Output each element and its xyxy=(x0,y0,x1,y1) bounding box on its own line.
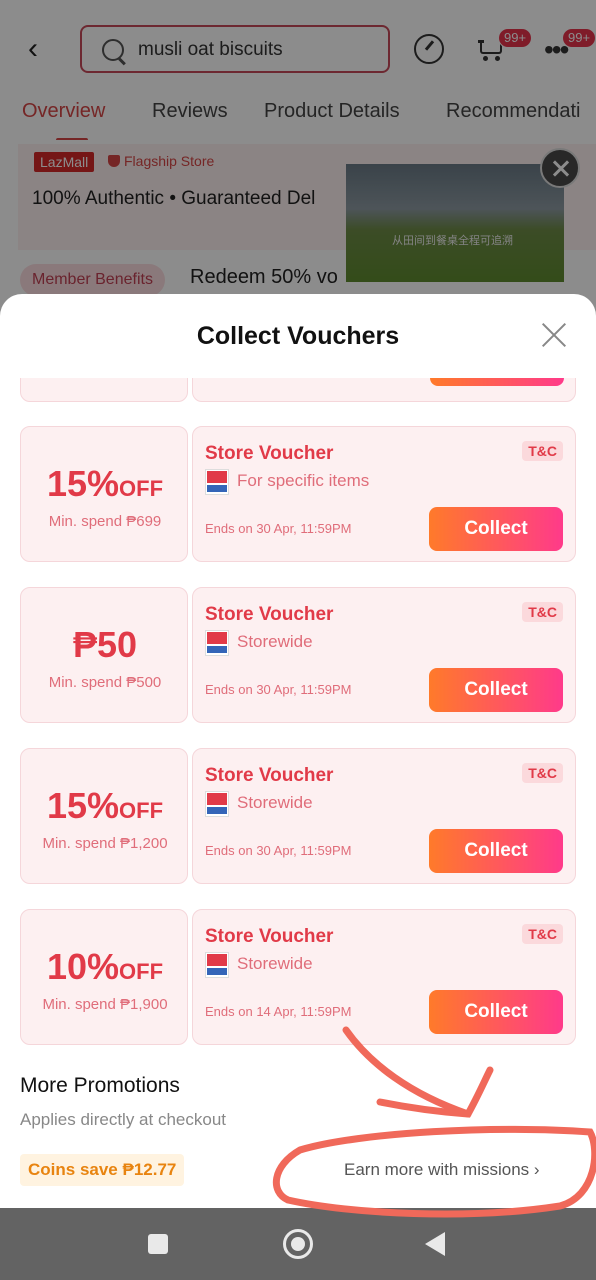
voucher-expiry: Ends on 14 Apr, 11:59PM xyxy=(205,1004,352,1019)
voucher-sheet: Collect Vouchers 15%OFF Min. spend ₱699 … xyxy=(0,294,596,1208)
store-logo-icon xyxy=(205,469,229,495)
store-logo-icon xyxy=(205,630,229,656)
voucher-detail-panel: Store Voucher T&C Storewide Ends on 30 A… xyxy=(192,748,576,884)
voucher-amount-panel: ₱50 Min. spend ₱500 xyxy=(20,587,188,723)
close-icon[interactable] xyxy=(540,322,568,350)
voucher-amount-panel: 10%OFF Min. spend ₱1,900 xyxy=(20,909,188,1045)
voucher-detail-panel: Store Voucher T&C For specific items End… xyxy=(192,426,576,562)
voucher-amount: 15%OFF xyxy=(46,785,164,826)
voucher-title: Store Voucher xyxy=(205,765,334,786)
more-promotions-title: More Promotions xyxy=(20,1074,180,1097)
voucher-min-spend: Min. spend ₱699 xyxy=(48,513,162,530)
collect-button[interactable]: Collect xyxy=(429,990,563,1034)
voucher-amount-panel: 15%OFF Min. spend ₱1,200 xyxy=(20,748,188,884)
voucher-expiry: Ends on 30 Apr, 11:59PM xyxy=(205,843,352,858)
collect-button-partial[interactable] xyxy=(430,378,564,386)
voucher-card-partial xyxy=(20,378,576,402)
voucher-amount: ₱50 xyxy=(72,624,138,665)
voucher-list[interactable]: 15%OFF Min. spend ₱699 Store Voucher T&C… xyxy=(0,378,596,1048)
voucher-card: ₱50 Min. spend ₱500 Store Voucher T&C St… xyxy=(20,587,576,723)
voucher-min-spend: Min. spend ₱1,200 xyxy=(42,835,168,852)
back-triangle-icon[interactable] xyxy=(425,1232,445,1256)
voucher-card: 15%OFF Min. spend ₱699 Store Voucher T&C… xyxy=(20,426,576,562)
sheet-title: Collect Vouchers xyxy=(196,322,400,350)
coins-save-badge: Coins save ₱12.77 xyxy=(20,1154,185,1186)
voucher-amount: 15%OFF xyxy=(46,463,164,504)
terms-button[interactable]: T&C xyxy=(522,763,563,783)
store-logo-icon xyxy=(205,791,229,817)
system-nav-bar xyxy=(0,1208,596,1280)
more-promotions-subtitle: Applies directly at checkout xyxy=(20,1110,226,1129)
voucher-title: Store Voucher xyxy=(205,604,334,625)
voucher-detail-panel: Store Voucher T&C Storewide Ends on 14 A… xyxy=(192,909,576,1045)
collect-button[interactable]: Collect xyxy=(429,829,563,873)
app-screen: ‹ musli oat biscuits 99+ ••• 99+ Overvie… xyxy=(0,0,596,1280)
recent-apps-icon[interactable] xyxy=(148,1234,168,1254)
voucher-title: Store Voucher xyxy=(205,443,334,464)
collect-button[interactable]: Collect xyxy=(429,668,563,712)
voucher-expiry: Ends on 30 Apr, 11:59PM xyxy=(205,682,352,697)
voucher-scope: For specific items xyxy=(237,471,370,490)
voucher-detail-panel: Store Voucher T&C Storewide Ends on 30 A… xyxy=(192,587,576,723)
voucher-card: 15%OFF Min. spend ₱1,200 Store Voucher T… xyxy=(20,748,576,884)
voucher-card: 10%OFF Min. spend ₱1,900 Store Voucher T… xyxy=(20,909,576,1045)
terms-button[interactable]: T&C xyxy=(522,924,563,944)
voucher-scope: Storewide xyxy=(237,793,313,812)
voucher-min-spend: Min. spend ₱1,900 xyxy=(42,996,168,1013)
store-logo-icon xyxy=(205,952,229,978)
terms-button[interactable]: T&C xyxy=(522,602,563,622)
earn-missions-link[interactable]: Earn more with missions › xyxy=(344,1160,540,1180)
voucher-amount: 10%OFF xyxy=(46,946,164,987)
home-icon[interactable] xyxy=(283,1229,313,1259)
voucher-min-spend: Min. spend ₱500 xyxy=(48,674,162,691)
terms-button[interactable]: T&C xyxy=(522,441,563,461)
collect-button[interactable]: Collect xyxy=(429,507,563,551)
voucher-scope: Storewide xyxy=(237,632,313,651)
voucher-expiry: Ends on 30 Apr, 11:59PM xyxy=(205,521,352,536)
voucher-scope: Storewide xyxy=(237,954,313,973)
voucher-title: Store Voucher xyxy=(205,926,334,947)
voucher-amount-panel: 15%OFF Min. spend ₱699 xyxy=(20,426,188,562)
